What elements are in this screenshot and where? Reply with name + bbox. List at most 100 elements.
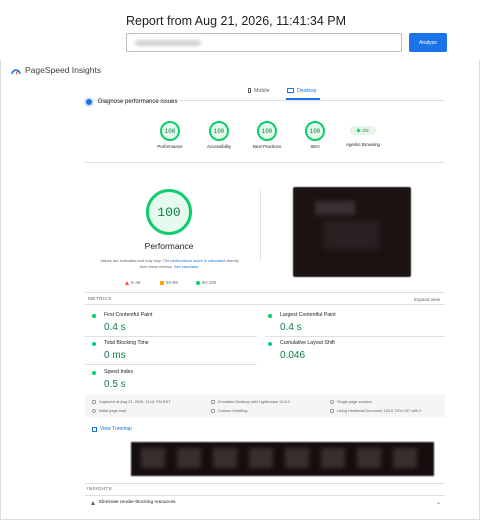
filmstrip-frame [249, 448, 273, 468]
filmstrip-frame [285, 448, 309, 468]
run-info-item: Emulated Desktop with Lighthouse 12.6.0 [211, 399, 290, 404]
insights-divider [85, 495, 445, 496]
note-text: Values are estimated and may vary. The [100, 258, 171, 263]
legend-range: 90–100 [202, 280, 216, 285]
metric-name: First Contentful Paint [104, 312, 153, 318]
metric-name: Largest Contentful Paint [280, 312, 336, 318]
agentic-score: 2/2 [362, 128, 369, 133]
run-info-item: Single page session [330, 399, 372, 404]
filmstrip-frame [321, 448, 345, 468]
expand-view-toggle[interactable]: Expand view [414, 297, 440, 302]
filmstrip-frame [141, 448, 165, 468]
section-divider [85, 292, 445, 293]
person-icon [330, 399, 334, 404]
run-info-item: Initial page load [92, 408, 126, 413]
chevron-down-icon[interactable]: ⌄ [436, 499, 441, 506]
warning-triangle-icon [91, 500, 95, 505]
screenshot-content-blur [315, 201, 355, 215]
metric-name: Total Blocking Time [104, 340, 149, 346]
browser-icon [330, 408, 334, 413]
insight-item[interactable]: Eliminate render-blocking resources [91, 500, 176, 505]
url-input[interactable] [126, 33, 402, 52]
score-calculation-link[interactable]: performance score is calculated [170, 258, 225, 263]
filmstrip-frame [393, 448, 417, 468]
run-info-item: Captured at Aug 21, 2026, 11:41 PM EDT [92, 399, 171, 404]
pass-circle-icon [92, 371, 96, 375]
legend-range: 50–89 [166, 280, 178, 285]
metric-divider [265, 336, 445, 337]
screenshot-content-blur [323, 221, 379, 249]
run-info-item: Custom throttling [211, 408, 247, 413]
final-screenshot [293, 187, 411, 277]
metrics-divider [85, 304, 445, 305]
tab-desktop-label: Desktop [297, 88, 317, 94]
treemap-label: View Treemap [100, 426, 132, 432]
score-gauge: 100 [160, 121, 180, 141]
treemap-icon [92, 426, 97, 432]
section-divider [85, 162, 445, 163]
metrics-heading: METRICS [88, 297, 112, 302]
report-header: Report from Aug 21, 2026, 11:41:34 PM An… [0, 0, 480, 60]
score-gauge: 100 [305, 121, 325, 141]
pass-circle-icon [268, 342, 272, 346]
tab-desktop[interactable]: Desktop [287, 88, 316, 94]
category-agentic-browsing[interactable]: 2/2 Agentic Browsing [333, 121, 393, 147]
filmstrip-frame [177, 448, 201, 468]
run-info-text: Using HeadlessChromium 138.0.7204.157 wi… [337, 408, 422, 413]
run-info-item: Using HeadlessChromium 138.0.7204.157 wi… [330, 408, 422, 413]
filmstrip-frame [357, 448, 381, 468]
pagespeed-logo-icon [11, 69, 21, 75]
pass-diamond-icon [356, 128, 361, 133]
run-info-text: Custom throttling [218, 408, 248, 413]
legend-pass: 90–100 [196, 280, 216, 285]
legend-average: 50–89 [160, 280, 178, 285]
metric-value: 0.4 s [104, 322, 126, 333]
brand-name: PageSpeed Insights [25, 65, 102, 75]
report-title: Report from Aug 21, 2026, 11:41:34 PM [126, 14, 347, 28]
calendar-icon [92, 399, 96, 404]
insights-heading: INSIGHTS [87, 487, 113, 492]
monitor-icon [287, 88, 294, 93]
run-info-text: Initial page load [99, 408, 127, 413]
metric-value: 0.046 [280, 350, 306, 361]
pass-circle-icon [92, 314, 96, 318]
diagnose-heading: Diagnose performance issues [98, 99, 178, 105]
calculator-link[interactable]: See calculator. [174, 264, 200, 269]
average-square-icon [160, 280, 164, 285]
fail-triangle-icon [125, 280, 129, 285]
monitor-icon [211, 399, 215, 404]
metric-divider [85, 336, 257, 337]
metric-value: 0.5 s [104, 379, 126, 390]
legend-range: 0–49 [131, 280, 141, 285]
metric-name: Speed Index [104, 369, 134, 375]
pass-circle-icon [92, 342, 96, 346]
score-gauge: 100 [257, 121, 277, 141]
performance-score-gauge: 100 [146, 189, 192, 235]
tab-mobile[interactable]: Mobile [248, 88, 270, 94]
agentic-score-badge: 2/2 [350, 126, 376, 135]
metric-divider [85, 364, 257, 365]
metric-value: 0.4 s [280, 322, 302, 333]
url-redacted [135, 40, 201, 46]
filmstrip-frame [213, 448, 237, 468]
column-divider [260, 190, 261, 260]
score-gauge: 100 [209, 121, 229, 141]
run-info-text: Emulated Desktop with Lighthouse 12.6.0 [218, 399, 290, 404]
performance-note: Values are estimated and may vary. The p… [97, 258, 242, 270]
metric-name: Cumulative Layout Shift [280, 340, 335, 346]
diagnose-icon [86, 99, 92, 105]
legend-fail: 0–49 [125, 280, 140, 285]
performance-title: Performance [144, 241, 194, 251]
tab-mobile-label: Mobile [254, 88, 270, 94]
run-info-text: Captured at Aug 21, 2026, 11:41 PM EDT [99, 399, 171, 404]
category-label: Agentic Browsing [346, 142, 380, 147]
insight-title: Eliminate render-blocking resources [99, 500, 176, 505]
view-treemap-button[interactable]: View Treemap [92, 426, 132, 432]
metric-value: 0 ms [104, 350, 126, 361]
analyze-button[interactable]: Analyze [409, 33, 447, 52]
pass-circle-icon [196, 280, 200, 285]
filmstrip [131, 442, 434, 476]
throttle-icon [211, 408, 215, 413]
section-divider [85, 483, 445, 484]
phone-icon [248, 88, 251, 93]
